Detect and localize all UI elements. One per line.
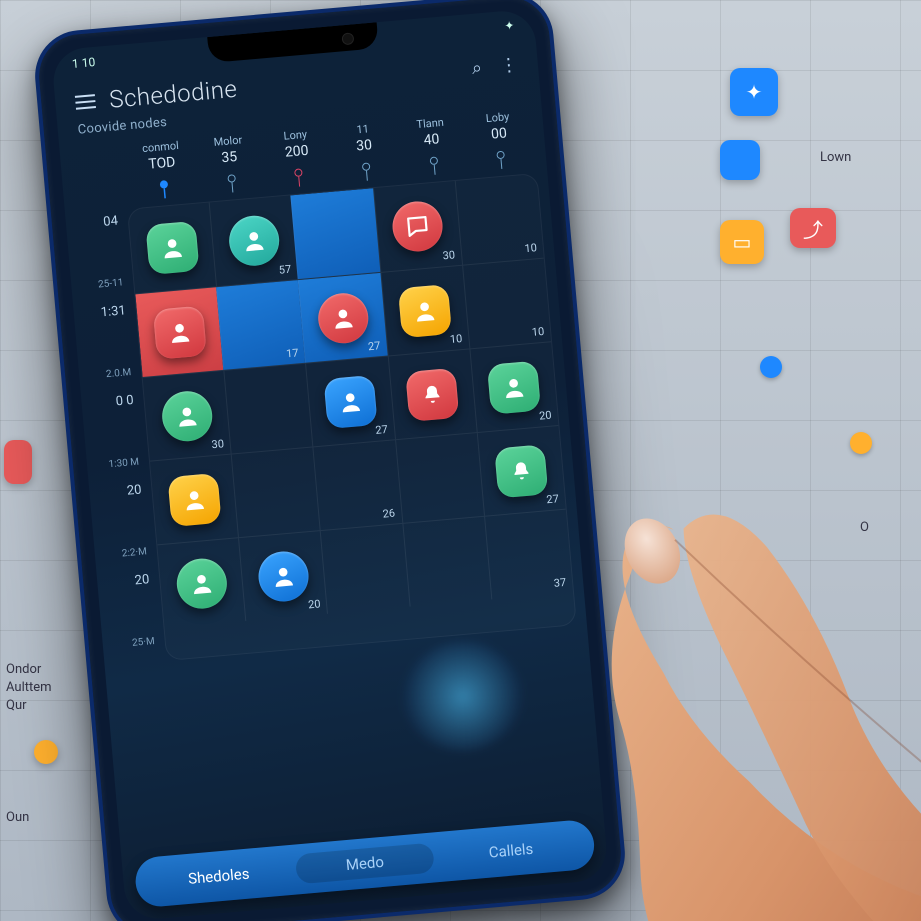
pin-icon bbox=[335, 159, 398, 184]
paper-label-l2: Qur bbox=[6, 698, 27, 713]
schedule-grid: 57 30 10 17 27 10 10 30 27 20 26 27 20 37 bbox=[127, 173, 577, 661]
cell-number: 20 bbox=[539, 409, 552, 423]
schedule-cell[interactable]: 20 bbox=[238, 531, 327, 621]
col-5[interactable]: Loby00 bbox=[466, 108, 530, 144]
pin-icon bbox=[470, 147, 533, 172]
tab-schedules[interactable]: Shedoles bbox=[148, 855, 289, 897]
cell-number: 27 bbox=[546, 492, 559, 506]
tab-medo[interactable]: Medo bbox=[294, 842, 435, 884]
status-time: 1 10 bbox=[71, 55, 95, 71]
schedule-cell[interactable] bbox=[157, 538, 245, 628]
person-icon[interactable] bbox=[227, 214, 281, 268]
person-icon[interactable] bbox=[167, 472, 221, 526]
schedule-cell[interactable]: 10 bbox=[380, 266, 469, 356]
schedule-cell[interactable]: 27 bbox=[305, 357, 394, 447]
schedule-cell[interactable]: 57 bbox=[209, 195, 298, 286]
cell-number: 57 bbox=[278, 263, 291, 277]
bell-icon[interactable] bbox=[405, 367, 459, 421]
person-icon[interactable] bbox=[323, 374, 377, 428]
person-icon[interactable] bbox=[152, 305, 206, 359]
phone-screen: 1 10 ✦ Schedodine ⌕ ⋮ Coovide nodes conm… bbox=[51, 9, 609, 921]
phone-frame: 1 10 ✦ Schedodine ⌕ ⋮ Coovide nodes conm… bbox=[31, 0, 628, 921]
bell-icon[interactable] bbox=[495, 444, 549, 498]
hour-label: 20 bbox=[89, 482, 156, 551]
schedule-cell[interactable]: 27 bbox=[477, 426, 566, 516]
col-2[interactable]: Lony200 bbox=[264, 126, 328, 162]
hour-label: 1:31 bbox=[73, 302, 140, 371]
person-icon[interactable] bbox=[174, 556, 228, 610]
cell-number: 10 bbox=[524, 241, 537, 255]
cell-number: 27 bbox=[375, 423, 388, 437]
bg-dot-orange bbox=[850, 432, 872, 454]
cell-number: 26 bbox=[382, 507, 395, 521]
person-icon[interactable] bbox=[256, 549, 310, 603]
bg-chip-blue-1: ✦ bbox=[730, 68, 778, 116]
schedule-cell[interactable]: 26 bbox=[313, 440, 402, 530]
person-icon[interactable] bbox=[160, 389, 214, 443]
col-4[interactable]: Tlann40 bbox=[399, 114, 463, 150]
schedule-cell[interactable] bbox=[291, 188, 380, 279]
person-icon[interactable] bbox=[398, 284, 452, 338]
pin-icon bbox=[200, 171, 263, 196]
schedule-cell[interactable] bbox=[135, 287, 223, 377]
schedule-cell[interactable]: 10 bbox=[462, 259, 551, 349]
schedule-cell[interactable]: 30 bbox=[143, 371, 231, 461]
person-icon[interactable] bbox=[145, 221, 199, 275]
hour-label: 0 0 bbox=[81, 392, 148, 461]
paper-label-right: Lown bbox=[820, 150, 851, 165]
schedule-cell[interactable] bbox=[231, 447, 320, 537]
col-0[interactable]: conmolTOD bbox=[129, 138, 193, 174]
bg-dot-orange-left bbox=[34, 740, 58, 764]
cell-number: 10 bbox=[531, 325, 544, 339]
hour-label: 20 bbox=[97, 571, 164, 640]
schedule-cell[interactable]: 30 bbox=[373, 181, 462, 272]
schedule-cell[interactable]: 17 bbox=[216, 280, 305, 370]
schedule-cell[interactable]: 20 bbox=[469, 342, 558, 432]
chat-icon[interactable] bbox=[391, 199, 445, 253]
bg-chip-red: ⤴ bbox=[790, 208, 836, 248]
person-icon[interactable] bbox=[316, 291, 370, 345]
col-3[interactable]: 1130 bbox=[331, 120, 395, 156]
person-icon[interactable] bbox=[487, 360, 541, 414]
col-1[interactable]: Molor35 bbox=[197, 132, 261, 168]
pin-icon bbox=[133, 177, 196, 202]
schedule-cell[interactable] bbox=[150, 455, 238, 545]
paper-label-l3: Oun bbox=[6, 810, 29, 825]
bg-dot-blue bbox=[760, 356, 782, 378]
paper-label-l1: Aulttem bbox=[6, 680, 52, 695]
schedule-cell[interactable] bbox=[395, 433, 484, 523]
cell-number: 20 bbox=[308, 597, 321, 611]
schedule-cell[interactable] bbox=[128, 203, 216, 294]
pin-icon bbox=[402, 153, 465, 178]
search-icon[interactable]: ⌕ bbox=[471, 57, 483, 79]
paper-label-right2: O bbox=[860, 520, 869, 535]
cell-number: 37 bbox=[553, 576, 566, 590]
hamburger-icon[interactable] bbox=[75, 94, 96, 110]
schedule-cell[interactable]: 10 bbox=[455, 174, 544, 265]
hour-label: 04 bbox=[65, 213, 132, 282]
cell-number: 30 bbox=[442, 248, 455, 262]
schedule-cell[interactable] bbox=[387, 349, 476, 439]
tab-callels[interactable]: Callels bbox=[441, 830, 582, 872]
pin-icon bbox=[267, 165, 330, 190]
touch-glow bbox=[398, 636, 527, 756]
cell-number: 27 bbox=[368, 339, 381, 353]
hour-sublabel: 25·M bbox=[102, 635, 166, 666]
cell-number: 10 bbox=[449, 332, 462, 346]
schedule-cell[interactable] bbox=[320, 524, 409, 614]
bg-chip-orange: ▭ bbox=[720, 220, 764, 264]
signal-icon: ✦ bbox=[504, 18, 515, 33]
cell-number: 30 bbox=[211, 437, 224, 451]
schedule-cell[interactable]: 27 bbox=[298, 273, 387, 363]
cell-number: 17 bbox=[286, 346, 299, 360]
bg-chip-red-left bbox=[4, 440, 32, 484]
bg-chip-blue-2 bbox=[720, 140, 760, 180]
bottom-tab-bar: Shedoles Medo Callels bbox=[134, 819, 597, 909]
schedule-cell[interactable] bbox=[402, 517, 491, 607]
schedule-cell[interactable]: 37 bbox=[484, 510, 573, 600]
more-vert-icon[interactable]: ⋮ bbox=[499, 54, 519, 76]
paper-label-l0: Ondor bbox=[6, 662, 41, 677]
schedule-cell[interactable] bbox=[224, 364, 313, 454]
